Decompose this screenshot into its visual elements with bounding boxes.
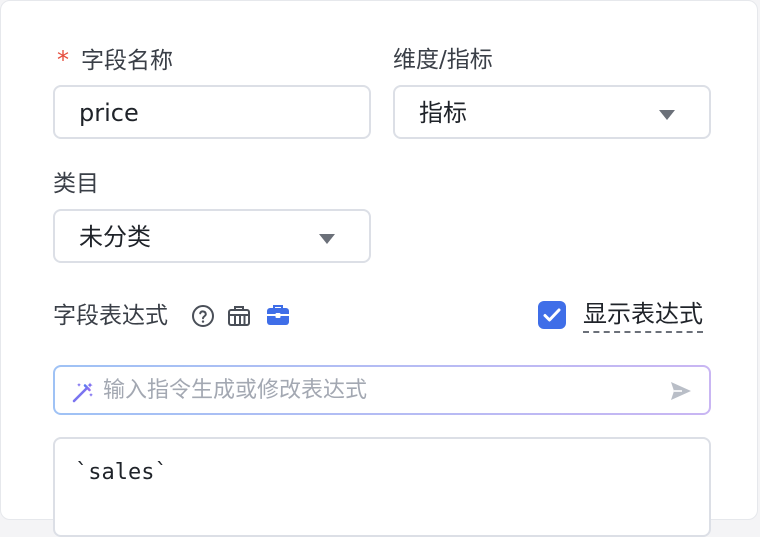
- expression-label: 字段表达式: [53, 303, 168, 329]
- expression-editor[interactable]: `sales`: [53, 437, 711, 537]
- ai-prompt-placeholder: 输入指令生成或修改表达式: [103, 378, 368, 403]
- toolbox-icon[interactable]: [265, 303, 291, 327]
- dimension-metric-label: 维度/指标: [393, 47, 493, 73]
- question-circle-icon[interactable]: [191, 304, 215, 328]
- show-expression-checkbox[interactable]: [538, 301, 566, 329]
- expression-code: `sales`: [75, 460, 168, 485]
- formula-icon[interactable]: [226, 303, 252, 329]
- chevron-down-icon: [659, 110, 675, 120]
- category-label: 类目: [53, 171, 99, 197]
- category-value: 未分类: [79, 223, 151, 251]
- check-icon: [543, 308, 561, 322]
- field-name-value: price: [79, 99, 139, 127]
- send-icon[interactable]: [669, 380, 693, 402]
- required-asterisk: *: [57, 46, 69, 74]
- field-name-label: * 字段名称: [57, 46, 173, 74]
- dimension-metric-select[interactable]: 指标: [393, 85, 711, 139]
- magic-wand-icon: [72, 382, 93, 403]
- category-select[interactable]: 未分类: [53, 209, 371, 263]
- show-expression-label[interactable]: 显示表达式: [583, 299, 703, 333]
- ai-prompt-input[interactable]: 输入指令生成或修改表达式: [53, 365, 711, 415]
- field-name-input[interactable]: price: [53, 85, 371, 139]
- dimension-metric-value: 指标: [419, 99, 467, 127]
- field-edit-panel: * 字段名称 price 维度/指标 指标 类目 未分类 字段表达式 显示表达式…: [0, 0, 758, 537]
- chevron-down-icon: [319, 234, 335, 244]
